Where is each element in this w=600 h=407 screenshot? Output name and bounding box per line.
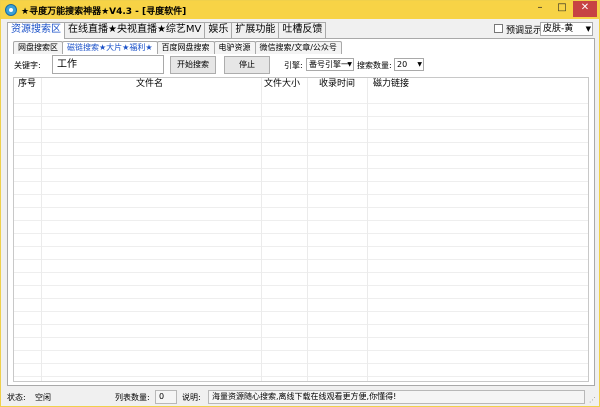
- description-value: 海量资源随心搜索,离线下载在线观看更方便,你懂得!: [208, 390, 585, 404]
- window-title: ★寻度万能搜索神器★V4.3 - [寻度软件]: [21, 7, 187, 17]
- title-bar[interactable]: ★寻度万能搜索神器★V4.3 - [寻度软件] – □ ✕: [1, 1, 599, 19]
- tab-feedback[interactable]: 吐槽反馈: [278, 22, 327, 38]
- column-divider: [307, 78, 308, 381]
- maximize-button[interactable]: □: [551, 1, 573, 17]
- keyword-label: 关键字:: [14, 61, 41, 70]
- list-header: 序号 文件名 文件大小 收录时间 磁力链接: [14, 78, 588, 91]
- description-label: 说明:: [182, 393, 201, 402]
- engine-select[interactable]: 番号引擎一 ▼: [306, 58, 354, 71]
- resource-search-panel: 网盘搜索区 磁链搜索★大片★福利★ 百度网盘搜索 电驴资源 微信搜索/文章/公众…: [7, 38, 595, 386]
- list-grid: [14, 91, 588, 381]
- subtab-netdisk-search[interactable]: 网盘搜索区: [13, 41, 63, 54]
- column-header-index[interactable]: 序号: [18, 78, 36, 90]
- chevron-down-icon: ▼: [585, 25, 591, 33]
- subtab-edonkey[interactable]: 电驴资源: [213, 41, 256, 54]
- column-header-filename[interactable]: 文件名: [136, 78, 163, 90]
- status-value: 空闲: [35, 393, 51, 402]
- count-select[interactable]: 20 ▼: [394, 58, 424, 71]
- keyword-input[interactable]: 工作: [52, 55, 164, 74]
- app-window: ★寻度万能搜索神器★V4.3 - [寻度软件] – □ ✕ 资源搜索区 在线直播…: [0, 0, 600, 407]
- close-button[interactable]: ✕: [573, 1, 597, 17]
- subtab-baidu-netdisk[interactable]: 百度网盘搜索: [156, 41, 215, 54]
- results-list[interactable]: 序号 文件名 文件大小 收录时间 磁力链接: [13, 77, 589, 382]
- tab-live-stream[interactable]: 在线直播★央视直播★综艺MV: [64, 22, 206, 38]
- column-header-magnet[interactable]: 磁力链接: [373, 78, 409, 90]
- status-label: 状态:: [7, 393, 26, 402]
- minimize-button[interactable]: –: [529, 1, 551, 17]
- sub-tab-bar: 网盘搜索区 磁链搜索★大片★福利★ 百度网盘搜索 电驴资源 微信搜索/文章/公众…: [13, 41, 342, 54]
- engine-label: 引擎:: [284, 61, 303, 70]
- skin-select[interactable]: 皮肤-黄 ▼: [540, 22, 593, 36]
- tab-resource-search[interactable]: 资源搜索区: [7, 22, 65, 39]
- chevron-down-icon: ▼: [417, 61, 422, 68]
- resize-grip-icon[interactable]: ⋰: [589, 396, 596, 404]
- preview-checkbox-label: 预调显示: [506, 26, 543, 36]
- start-search-button[interactable]: 开始搜索: [170, 56, 216, 74]
- column-divider: [41, 78, 42, 381]
- count-label: 搜索数量:: [357, 61, 392, 70]
- column-divider: [367, 78, 368, 381]
- list-count-value: 0: [155, 390, 177, 404]
- engine-select-value: 番号引擎一: [309, 60, 349, 69]
- skin-select-value: 皮肤-黄: [543, 24, 574, 34]
- stop-button[interactable]: 停止: [224, 56, 270, 74]
- tab-entertainment[interactable]: 娱乐: [204, 22, 233, 38]
- count-select-value: 20: [397, 60, 408, 69]
- column-header-date[interactable]: 收录时间: [319, 78, 355, 90]
- chevron-down-icon: ▼: [347, 61, 352, 68]
- search-toolbar: 关键字: 工作 开始搜索 停止 引擎: 番号引擎一 ▼ 搜索数量: 20 ▼: [8, 54, 594, 76]
- main-tab-bar: 资源搜索区 在线直播★央视直播★综艺MV 娱乐 扩展功能 吐槽反馈: [7, 22, 327, 39]
- preview-checkbox[interactable]: [494, 24, 503, 33]
- subtab-wechat-search[interactable]: 微信搜索/文章/公众号: [254, 41, 342, 54]
- app-logo-icon: [5, 4, 17, 16]
- list-count-label: 列表数量:: [115, 393, 150, 402]
- tab-extensions[interactable]: 扩展功能: [231, 22, 280, 38]
- subtab-magnet-search[interactable]: 磁链搜索★大片★福利★: [62, 41, 158, 54]
- column-header-size[interactable]: 文件大小: [264, 78, 300, 90]
- status-bar: 状态: 空闲 列表数量: 0 说明: 海量资源随心搜索,离线下载在线观看更方便,…: [1, 389, 599, 407]
- column-divider: [261, 78, 262, 381]
